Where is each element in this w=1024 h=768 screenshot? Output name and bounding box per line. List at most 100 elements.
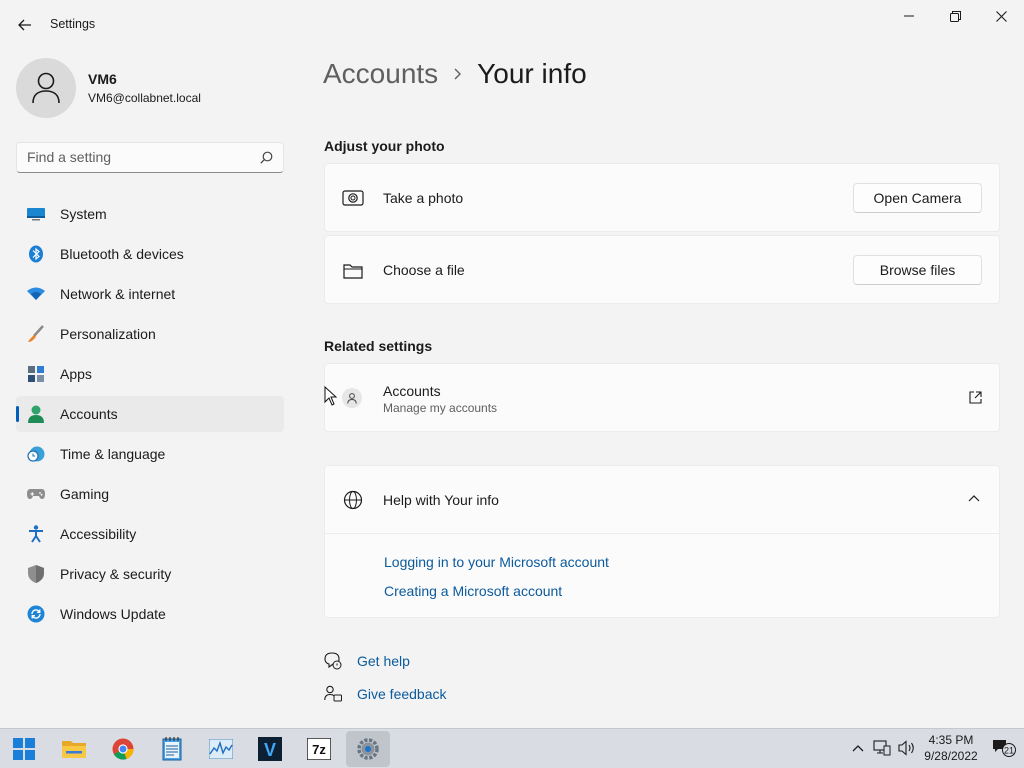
sidebar-item-label: Bluetooth & devices bbox=[60, 246, 184, 262]
sidebar-item-apps[interactable]: Apps bbox=[16, 356, 284, 392]
taskbar-7zip[interactable]: 7z bbox=[297, 731, 341, 767]
back-button[interactable] bbox=[14, 14, 36, 36]
accessibility-icon bbox=[27, 525, 45, 543]
related-accounts-card[interactable]: Accounts Manage my accounts bbox=[324, 363, 1000, 432]
sidebar-item-time-language[interactable]: Time & language bbox=[16, 436, 284, 472]
user-email: VM6@collabnet.local bbox=[88, 91, 201, 105]
notification-icon[interactable]: 21 bbox=[992, 739, 1016, 757]
sidebar-item-label: Accessibility bbox=[60, 526, 137, 542]
maximize-button[interactable] bbox=[932, 4, 978, 28]
brush-icon bbox=[27, 325, 45, 343]
bluetooth-icon bbox=[27, 245, 45, 263]
resource-monitor-icon bbox=[209, 739, 233, 759]
sidebar-item-label: Personalization bbox=[60, 326, 156, 342]
browse-files-button[interactable]: Browse files bbox=[853, 255, 982, 285]
network-icon[interactable] bbox=[873, 739, 891, 757]
sidebar-item-label: Time & language bbox=[60, 446, 166, 462]
search-icon[interactable] bbox=[260, 151, 273, 164]
search-input[interactable] bbox=[27, 149, 247, 165]
clock-date: 9/28/2022 bbox=[924, 749, 978, 763]
chevron-right-icon bbox=[454, 68, 462, 80]
wifi-icon bbox=[27, 285, 45, 303]
breadcrumb: Accounts Your info bbox=[323, 58, 587, 90]
7zip-label: 7z bbox=[312, 742, 326, 757]
sidebar-item-label: Network & internet bbox=[60, 286, 176, 302]
minimize-icon bbox=[904, 15, 914, 17]
globe-help-icon bbox=[342, 489, 364, 511]
apps-icon bbox=[27, 365, 45, 383]
sidebar-item-bluetooth[interactable]: Bluetooth & devices bbox=[16, 236, 284, 272]
page-title: Your info bbox=[477, 58, 587, 89]
v-app-icon: V bbox=[258, 737, 282, 761]
camera-icon bbox=[342, 187, 364, 209]
taskbar-notepad[interactable] bbox=[150, 731, 194, 767]
open-external-icon bbox=[969, 391, 982, 404]
help-title: Help with Your info bbox=[383, 492, 499, 508]
get-help-link[interactable]: Get help bbox=[357, 653, 410, 669]
avatar[interactable] bbox=[16, 58, 76, 118]
sidebar-item-network[interactable]: Network & internet bbox=[16, 276, 284, 312]
section-title-photo: Adjust your photo bbox=[324, 138, 445, 154]
related-accounts-label: Accounts bbox=[383, 383, 441, 399]
give-feedback-link[interactable]: Give feedback bbox=[357, 686, 447, 702]
chevron-up-icon[interactable] bbox=[849, 739, 867, 757]
volume-icon[interactable] bbox=[898, 739, 916, 757]
start-icon bbox=[13, 738, 35, 760]
settings-icon bbox=[357, 738, 379, 760]
sidebar-item-windows-update[interactable]: Windows Update bbox=[16, 596, 284, 632]
help-link-logging-in[interactable]: Logging in to your Microsoft account bbox=[384, 554, 609, 570]
close-icon bbox=[995, 10, 1007, 22]
clock-globe-icon bbox=[27, 445, 45, 463]
sidebar-item-privacy[interactable]: Privacy & security bbox=[16, 556, 284, 592]
sidebar-item-gaming[interactable]: Gaming bbox=[16, 476, 284, 512]
breadcrumb-parent[interactable]: Accounts bbox=[323, 58, 438, 90]
taskbar-chrome[interactable] bbox=[101, 731, 145, 767]
notification-count: 21 bbox=[1004, 746, 1014, 756]
taskbar-resource-monitor[interactable] bbox=[199, 731, 243, 767]
section-title-related: Related settings bbox=[324, 338, 433, 354]
search-box[interactable] bbox=[16, 142, 284, 173]
help-link-creating-account[interactable]: Creating a Microsoft account bbox=[384, 583, 562, 599]
gamepad-icon bbox=[27, 485, 45, 503]
v-app-letter: V bbox=[264, 740, 276, 760]
clock-time: 4:35 PM bbox=[928, 733, 974, 747]
sidebar-item-label: Privacy & security bbox=[60, 566, 172, 582]
app-title: Settings bbox=[50, 17, 96, 31]
account-icon bbox=[342, 388, 362, 408]
close-button[interactable] bbox=[978, 4, 1024, 28]
sidebar-item-label: Apps bbox=[60, 366, 92, 382]
maximize-icon bbox=[949, 10, 961, 22]
sidebar-item-accessibility[interactable]: Accessibility bbox=[16, 516, 284, 552]
notepad-icon bbox=[162, 737, 182, 761]
help-card: Help with Your info Logging in to your M… bbox=[324, 465, 1000, 618]
back-arrow-icon bbox=[18, 19, 31, 31]
taskbar-settings[interactable] bbox=[346, 731, 390, 767]
file-explorer-icon bbox=[62, 741, 86, 758]
sidebar-item-label: Accounts bbox=[60, 406, 118, 422]
choose-file-label: Choose a file bbox=[383, 262, 465, 278]
user-silhouette-icon bbox=[32, 72, 60, 104]
sidebar-item-accounts[interactable]: Accounts bbox=[16, 396, 284, 432]
chevron-up-icon[interactable] bbox=[968, 495, 980, 502]
system-icon bbox=[27, 205, 45, 223]
chrome-icon bbox=[112, 738, 134, 760]
feedback-icon bbox=[324, 685, 342, 703]
7zip-icon: 7z bbox=[307, 738, 331, 760]
taskbar-file-explorer[interactable] bbox=[52, 731, 96, 767]
take-photo-card: Take a photo Open Camera bbox=[324, 163, 1000, 232]
sidebar-item-label: System bbox=[60, 206, 107, 222]
get-help-icon bbox=[324, 652, 342, 670]
update-icon bbox=[27, 605, 45, 623]
user-name: VM6 bbox=[88, 71, 117, 87]
open-camera-button[interactable]: Open Camera bbox=[853, 183, 982, 213]
shield-icon bbox=[27, 565, 45, 583]
help-header[interactable]: Help with Your info bbox=[325, 466, 999, 533]
minimize-button[interactable] bbox=[886, 4, 932, 28]
taskbar-clock[interactable]: 4:35 PM 9/28/2022 bbox=[916, 732, 986, 764]
taskbar: V 7z 4:35 PM 9/28/2022 21 bbox=[0, 728, 1024, 768]
taskbar-v-app[interactable]: V bbox=[248, 731, 292, 767]
sidebar-item-system[interactable]: System bbox=[16, 196, 284, 232]
sidebar-item-personalization[interactable]: Personalization bbox=[16, 316, 284, 352]
start-button[interactable] bbox=[2, 731, 46, 767]
sidebar-item-label: Gaming bbox=[60, 486, 110, 502]
